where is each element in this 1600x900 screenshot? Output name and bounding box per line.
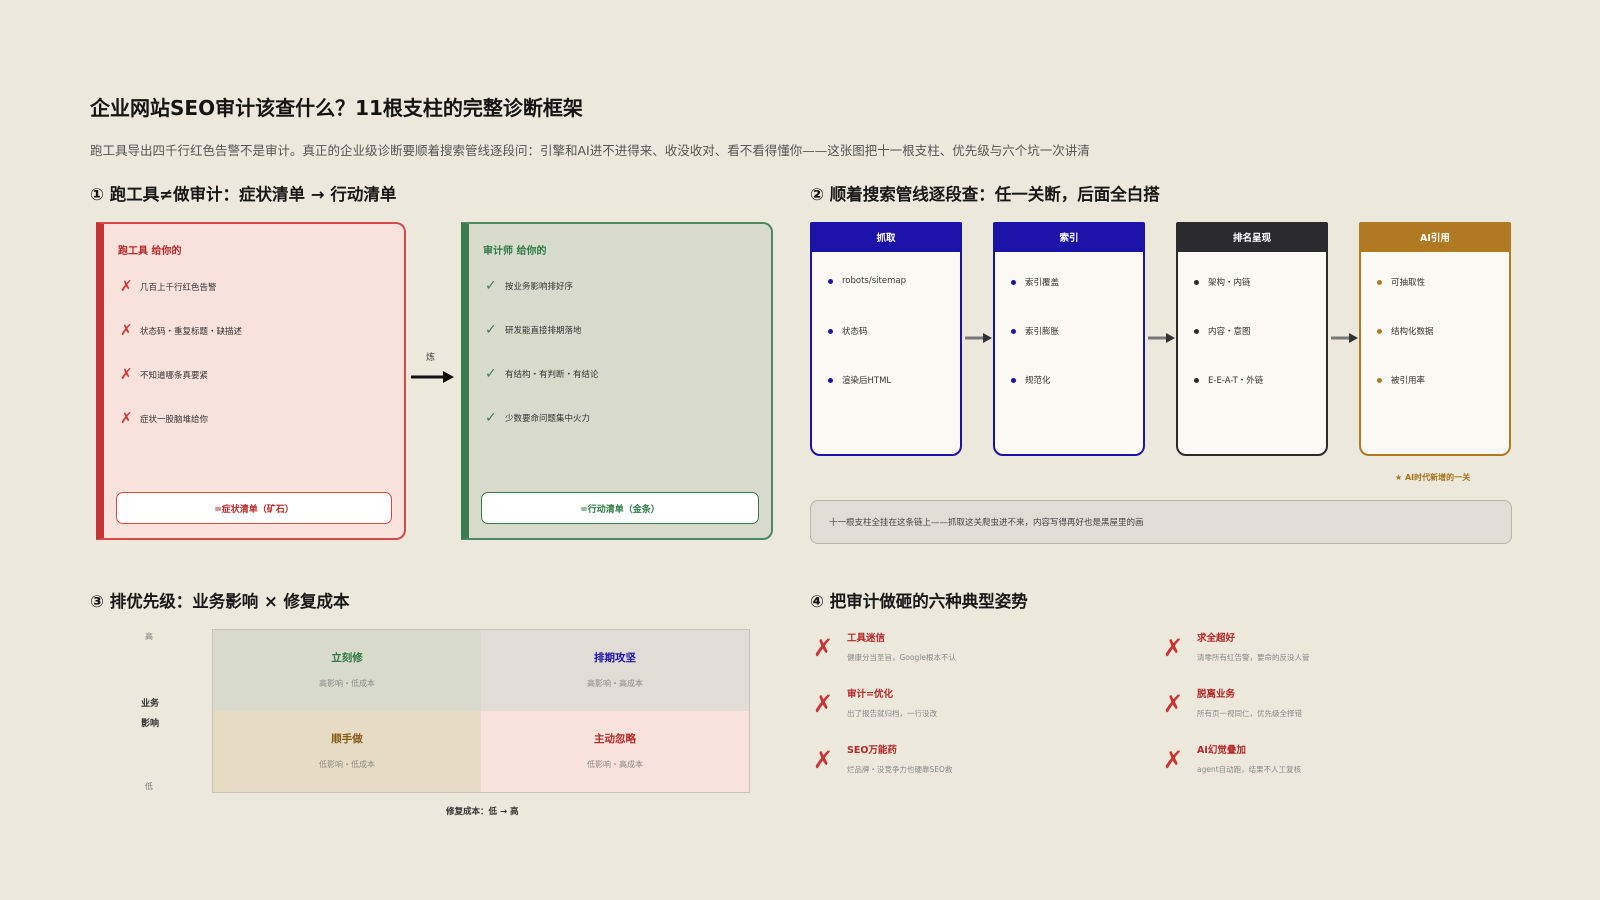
bullet-icon xyxy=(1011,328,1016,334)
quadrant-title: 顺手做 xyxy=(331,733,363,745)
stage-ai-citation-title: AI引用 xyxy=(1359,222,1511,252)
stage-item: 结构化数据 xyxy=(1377,325,1434,337)
cross-icon: ✗ xyxy=(120,365,133,383)
tool-output-item: ✗ 不知道哪条真要紧 xyxy=(120,365,209,383)
stage-item: E-E-A-T・外链 xyxy=(1194,374,1263,386)
bullet-icon xyxy=(1194,328,1199,334)
bullet-icon xyxy=(828,328,833,334)
stage-item: robots/sitemap xyxy=(828,276,906,286)
cross-icon: ✗ xyxy=(813,690,834,718)
tool-output-header: 跑工具 给你的 xyxy=(118,246,182,257)
check-icon: ✓ xyxy=(485,410,497,426)
arrow-right-icon xyxy=(1331,333,1358,343)
cross-icon: ✗ xyxy=(813,746,834,774)
auditor-output-item: ✓ 按业务影响排好序 xyxy=(485,278,574,294)
quadrant-desc: 高影响・低成本 xyxy=(319,679,375,688)
cross-icon: ✗ xyxy=(813,634,834,662)
quadrant-title: 排期攻坚 xyxy=(594,652,636,664)
stage-crawl-title: 抓取 xyxy=(810,222,962,252)
section4-heading: ④ 把审计做砸的六种典型姿势 xyxy=(810,592,1028,611)
quadrant-desc: 低影响・低成本 xyxy=(319,760,375,769)
quadrant-desc: 高影响・高成本 xyxy=(587,679,643,688)
y-axis-label-line2: 影响 xyxy=(141,719,160,729)
stage-ranking: 排名呈现 架构・内链 内容・意图 E-E-A-T・外链 xyxy=(1176,222,1328,456)
quadrant-title: 主动忽略 xyxy=(594,733,636,745)
bullet-icon xyxy=(1377,377,1382,383)
y-axis-low: 低 xyxy=(145,782,153,791)
stage-item: 索引覆盖 xyxy=(1011,276,1059,288)
section2-heading: ② 顺着搜索管线逐段查：任一关断，后面全白搭 xyxy=(810,185,1160,204)
stage-item: 架构・内链 xyxy=(1194,276,1251,288)
priority-matrix: 立刻修 高影响・低成本 排期攻坚 高影响・高成本 顺手做 低影响・低成本 主动忽… xyxy=(212,629,750,793)
stage-item: 状态码 xyxy=(828,325,868,337)
stage-index: 索引 索引覆盖 索引膨胀 规范化 xyxy=(993,222,1145,456)
bullet-icon xyxy=(828,278,833,284)
pitfall-item: ✗ 求全超好 清零所有红告警，要命的反没人管 xyxy=(1163,633,1310,662)
quadrant-title: 立刻修 xyxy=(331,652,363,664)
auditor-output-header: 审计师 给你的 xyxy=(483,246,547,257)
action-list-label: =行动清单（金条） xyxy=(481,492,759,524)
quadrant-quick-win: 顺手做 低影响・低成本 xyxy=(213,711,481,792)
bullet-icon xyxy=(1194,279,1199,285)
quadrant-ignore: 主动忽略 低影响・高成本 xyxy=(481,711,749,792)
pitfall-item: ✗ 工具迷信 健康分当圣旨，Google根本不认 xyxy=(813,633,956,662)
cross-icon: ✗ xyxy=(120,277,133,295)
tool-output-panel: 跑工具 给你的 ✗ 几百上千行红色告警 ✗ 状态码・重复标题・缺描述 ✗ 不知道哪条真… xyxy=(96,222,406,540)
arrow-right-icon xyxy=(1148,333,1175,343)
quadrant-desc: 低影响・高成本 xyxy=(587,760,643,769)
section3-heading: ③ 排优先级：业务影响 × 修复成本 xyxy=(90,592,350,611)
y-axis-high: 高 xyxy=(145,632,153,641)
page-subtitle: 跑工具导出四千行红色告警不是审计。真正的企业级诊断要顺着搜索管线逐段问：引擎和A… xyxy=(90,143,1090,158)
pitfall-item: ✗ 脱离业务 所有页一视同仁，优先级全择错 xyxy=(1163,689,1302,718)
x-axis-label: 修复成本：低 → 高 xyxy=(446,807,519,817)
bullet-icon xyxy=(828,377,833,383)
bullet-icon xyxy=(1377,328,1382,334)
cross-icon: ✗ xyxy=(1163,746,1184,774)
check-icon: ✓ xyxy=(485,322,497,338)
stage-item: 被引用率 xyxy=(1377,374,1425,386)
ai-stage-note: ★ AI时代新增的一关 xyxy=(1395,473,1471,482)
cross-icon: ✗ xyxy=(120,409,133,427)
quadrant-schedule: 排期攻坚 高影响・高成本 xyxy=(481,630,749,711)
cross-icon: ✗ xyxy=(120,321,133,339)
stage-crawl: 抓取 robots/sitemap 状态码 渲染后HTML xyxy=(810,222,962,456)
symptom-list-label: =症状清单（矿石） xyxy=(116,492,392,524)
stage-index-title: 索引 xyxy=(993,222,1145,252)
arrow-right-icon xyxy=(411,371,454,383)
bullet-icon xyxy=(1011,279,1016,285)
stage-item: 渲染后HTML xyxy=(828,374,891,386)
cross-icon: ✗ xyxy=(1163,690,1184,718)
stage-item: 内容・意图 xyxy=(1194,325,1251,337)
tool-output-item: ✗ 几百上千行红色告警 xyxy=(120,277,217,295)
stage-ai-citation: AI引用 可抽取性 结构化数据 被引用率 xyxy=(1359,222,1511,456)
auditor-output-item: ✓ 有结构・有判断・有结论 xyxy=(485,366,599,382)
auditor-output-panel: 审计师 给你的 ✓ 按业务影响排好序 ✓ 研发能直接排期落地 ✓ 有结构・有判断・有结… xyxy=(461,222,773,540)
pitfall-item: ✗ 审计=优化 出了报告就归档，一行没改 xyxy=(813,689,937,718)
bullet-icon xyxy=(1011,377,1016,383)
pitfall-item: ✗ AI幻觉叠加 agent自动跑，结果不人工复核 xyxy=(1163,745,1302,774)
quadrant-fix-now: 立刻修 高影响・低成本 xyxy=(213,630,481,711)
stage-item: 可抽取性 xyxy=(1377,276,1425,288)
section1-heading: ① 跑工具≠做审计：症状清单 → 行动清单 xyxy=(90,185,397,204)
stage-item: 索引膨胀 xyxy=(1011,325,1059,337)
stage-ranking-title: 排名呈现 xyxy=(1176,222,1328,252)
check-icon: ✓ xyxy=(485,366,497,382)
auditor-output-item: ✓ 研发能直接排期落地 xyxy=(485,322,582,338)
tool-output-item: ✗ 症状一股脑堆给你 xyxy=(120,409,209,427)
auditor-output-item: ✓ 少数要命问题集中火力 xyxy=(485,410,591,426)
refine-label: 炼 xyxy=(426,353,436,363)
stage-item: 规范化 xyxy=(1011,374,1051,386)
arrow-right-icon xyxy=(965,333,992,343)
pipeline-summary: 十一根支柱全挂在这条链上——抓取这关爬虫进不来，内容写得再好也是黑屋里的画 xyxy=(810,500,1512,544)
check-icon: ✓ xyxy=(485,278,497,294)
tool-output-item: ✗ 状态码・重复标题・缺描述 xyxy=(120,321,243,339)
y-axis-label-line1: 业务 xyxy=(141,699,160,709)
bullet-icon xyxy=(1377,279,1382,285)
bullet-icon xyxy=(1194,377,1199,383)
page-title: 企业网站SEO审计该查什么？11根支柱的完整诊断框架 xyxy=(90,96,583,120)
pitfall-item: ✗ SEO万能药 烂品牌・没竞争力也硬靠SEO救 xyxy=(813,745,953,774)
cross-icon: ✗ xyxy=(1163,634,1184,662)
